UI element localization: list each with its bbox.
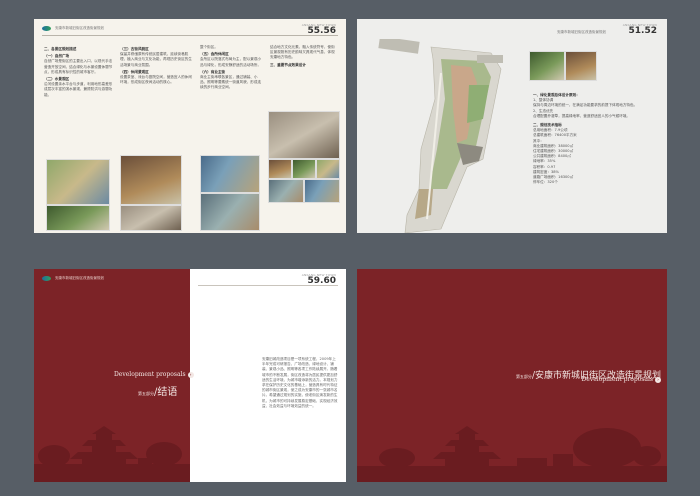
- conclusion-text: 安康旧城改造项目是一项系统工程，2009年上半年完成可研报告，广场改造、绿地设计…: [262, 357, 338, 408]
- photo-detail-2: [292, 159, 316, 179]
- site-master-plan: [378, 39, 503, 233]
- photo-detail-4: [268, 179, 304, 203]
- spread-page-3: 安康市新城旧街区改造街景规划 ANKANG NEW TOWN 59.60 Dev…: [34, 269, 346, 482]
- photo-wood-deck: [565, 51, 597, 81]
- development-proposals: Development proposals ›: [114, 371, 194, 378]
- photo-detail-5: [304, 179, 340, 203]
- header-rule: [42, 35, 338, 36]
- text-column-4: 结合地方文化元素，融入传统符号，使街区景观既有历史韵味又具现代气息，体现安康地方…: [270, 45, 335, 67]
- spread-page-2: ANKANG NEW TOWN 51.52 安康市新城旧街区改造街景规划 一、绿…: [357, 19, 667, 233]
- header-rule: [198, 285, 338, 286]
- page-number-block: ANKANG NEW TOWN 51.52: [622, 23, 657, 36]
- principles-column: 一、绿化景观总体设计原则： 1、整体协调 保持与周边环境的统一，在满足功能要求的…: [533, 93, 638, 185]
- spread-page-4-cover: 第五部分/安康市新城旧街区改造街景规划 Development proposal…: [357, 269, 667, 482]
- pagoda-skyline-icon: [34, 426, 190, 482]
- text-column-3: 整个街区。 （五）会所休闲区 会所区以院落式布局为主，配以景观小品与绿化，形成安…: [200, 45, 262, 90]
- logo-icon: [42, 26, 51, 31]
- logo-icon: [42, 276, 51, 281]
- photo-old-street: [120, 155, 182, 205]
- text-column-1: 二、各景区规划描述 （一）自然广场 自然广场是街区的主要出入口，以现代手法营造开…: [44, 47, 113, 97]
- photo-aerial-render: [46, 205, 110, 231]
- text-column-2: （三）古街风貌区 保留并修缮原有传统民居建筑，延续街巷肌理，植入商业与文化功能，…: [120, 47, 192, 85]
- photo-plaza-planting: [529, 51, 565, 81]
- photo-courtyard: [200, 193, 260, 231]
- arrow-right-icon: ›: [655, 376, 661, 383]
- page-header: 安康市新城旧街区改造街景规划: [42, 26, 104, 31]
- photo-waterfront: [200, 155, 260, 193]
- section-title: 第五部分/结语: [138, 387, 178, 398]
- page-header: 安康市新城旧街区改造街景规划: [557, 30, 606, 34]
- photo-pavilion: [268, 111, 340, 159]
- photo-streetscape-render: [46, 159, 110, 205]
- development-proposals: Development proposals ›: [581, 376, 661, 383]
- photo-detail-3: [316, 159, 340, 179]
- photo-detail-1: [268, 159, 292, 179]
- pagoda-skyline-icon: [357, 426, 667, 482]
- arrow-right-icon: ›: [187, 371, 194, 378]
- photo-plaza: [120, 205, 182, 231]
- page-header: 安康市新城旧街区改造街景规划: [42, 276, 104, 281]
- spread-page-1: 安康市新城旧街区改造街景规划 ANKANG NEW TOWN 55.56 二、各…: [34, 19, 346, 233]
- page-number: 51.52: [628, 26, 657, 36]
